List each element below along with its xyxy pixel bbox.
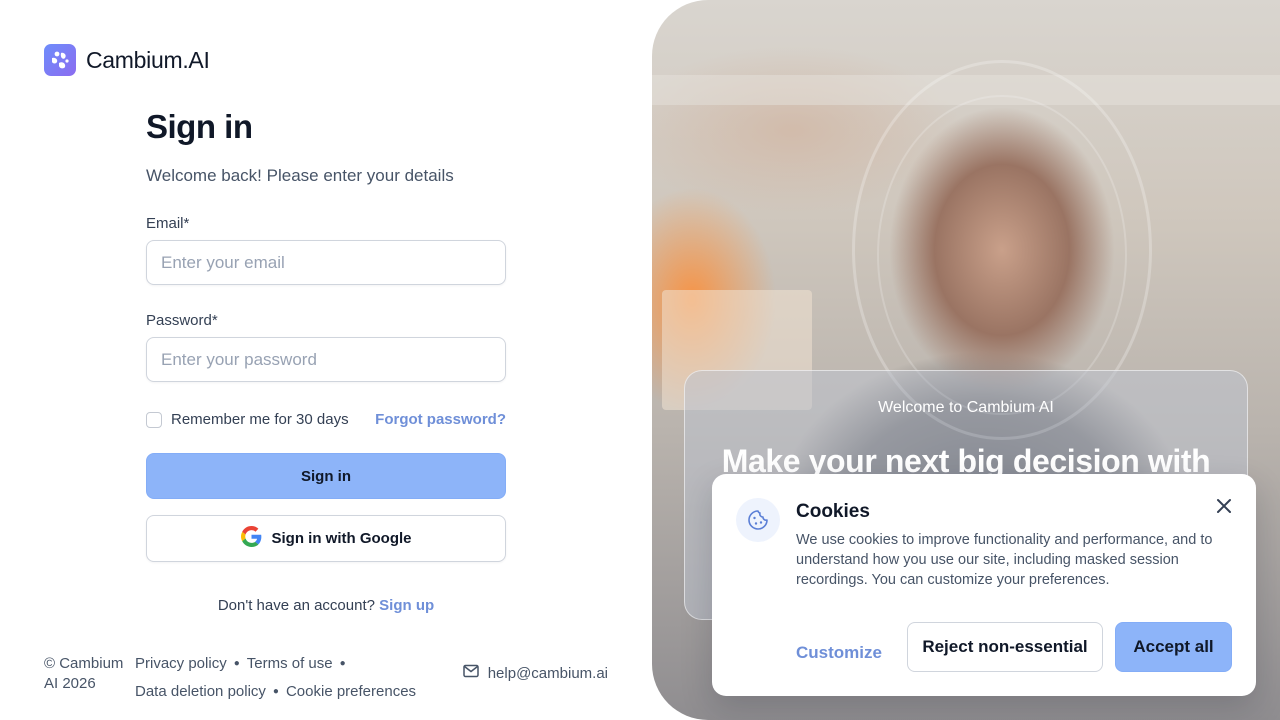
customize-button[interactable]: Customize [796,634,882,672]
footer: © Cambium AI 2026 Privacy policy ● Terms o… [44,650,614,710]
support-email-link[interactable]: help@cambium.ai [462,664,608,682]
email-field[interactable] [146,240,506,285]
cookie-title: Cookies [796,501,870,522]
copyright: © Cambium AI 2026 [44,655,124,692]
remember-row: Remember me for 30 days Forgot password? [146,411,506,428]
separator-dot: ● [339,658,346,669]
mail-icon [462,664,479,682]
forgot-password-link[interactable]: Forgot password? [375,411,506,428]
welcome-label: Welcome to Cambium AI [878,399,1054,416]
cookie-preferences-link[interactable]: Cookie preferences [286,683,416,700]
signin-form: Sign in Welcome back! Please enter your … [146,108,506,614]
separator-dot: ● [233,658,240,669]
password-label: Password* [146,312,218,329]
google-signin-button[interactable]: Sign in with Google [146,515,506,562]
footer-links: Privacy policy ● Terms of use ● Data deleti… [135,650,416,706]
terms-of-use-link[interactable]: Terms of use [247,655,333,672]
remember-me[interactable]: Remember me for 30 days [146,411,349,428]
hero-ring [877,95,1127,415]
signup-link[interactable]: Sign up [379,597,434,614]
reject-non-essential-button[interactable]: Reject non-essential [907,622,1103,672]
brand-logo[interactable]: Cambium.AI [44,44,210,76]
page-title: Sign in [146,108,253,145]
signup-row: Don't have an account? Sign up [146,597,506,614]
data-deletion-policy-link[interactable]: Data deletion policy [135,683,266,700]
password-field[interactable] [146,337,506,382]
page-subtitle: Welcome back! Please enter your details [146,166,454,185]
privacy-policy-link[interactable]: Privacy policy [135,655,227,672]
cookie-description: We use cookies to improve functionality … [796,532,1213,588]
google-icon [240,526,262,551]
cookie-icon [736,498,780,542]
remember-checkbox[interactable] [146,411,162,428]
close-icon[interactable] [1212,494,1236,518]
cambium-logo-icon [44,44,76,76]
accept-all-button[interactable]: Accept all [1115,622,1232,672]
support-email: help@cambium.ai [487,664,608,682]
google-signin-label: Sign in with Google [271,530,412,547]
no-account-text: Don't have an account? [217,597,375,614]
remember-label: Remember me for 30 days [171,411,349,428]
separator-dot: ● [272,686,279,697]
brand-name: Cambium.AI [86,46,210,73]
cookie-banner: Cookies We use cookies to improve functi… [712,474,1256,696]
signin-button[interactable]: Sign in [146,453,506,499]
email-label: Email* [146,215,190,232]
